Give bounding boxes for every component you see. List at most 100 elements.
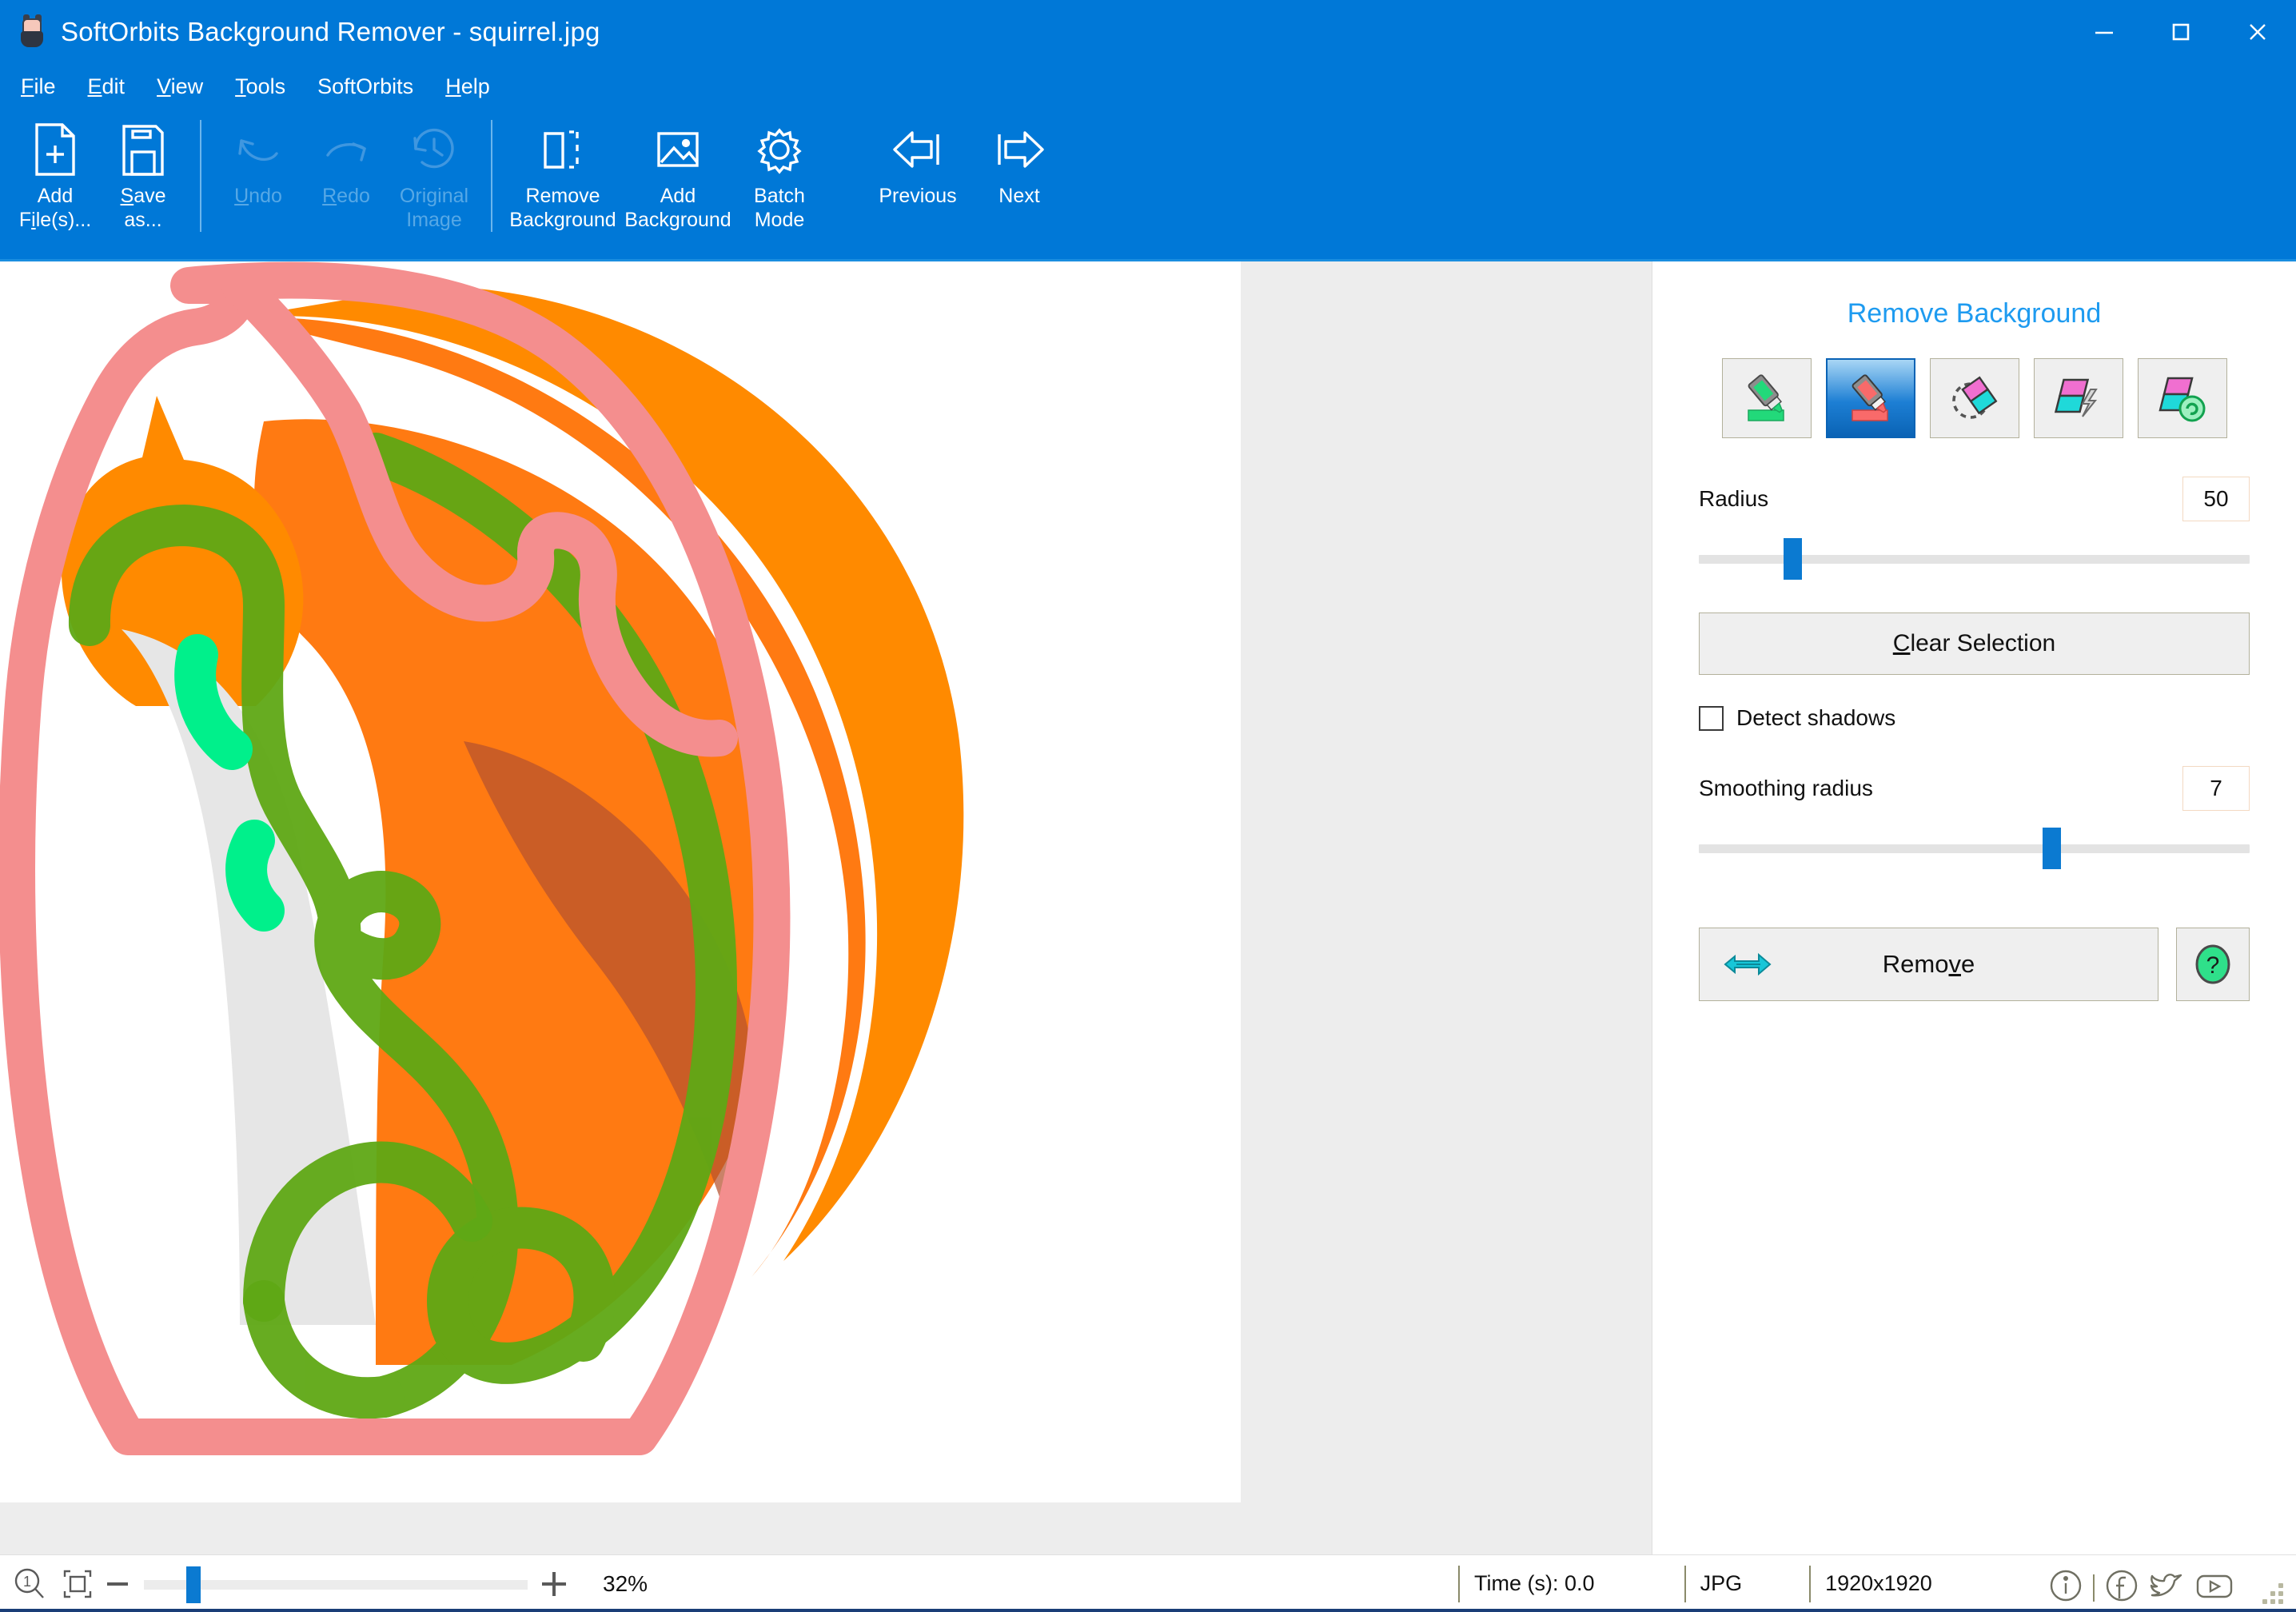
toolbar-next[interactable]: Next <box>975 109 1063 253</box>
remove-button[interactable]: Remove <box>1699 928 2158 1001</box>
remove-button-label: Remove <box>1882 950 1975 978</box>
tool-remove-marker[interactable] <box>1825 358 1915 438</box>
info-icon[interactable] <box>2047 1566 2085 1609</box>
zoom-percent-label: 32% <box>603 1570 648 1596</box>
gear-icon <box>752 120 807 179</box>
menu-item-tools[interactable]: Tools <box>235 74 285 99</box>
facebook-icon[interactable] <box>2103 1566 2141 1609</box>
menu-item-view[interactable]: View <box>157 74 203 99</box>
image-sheet[interactable] <box>0 261 1241 1502</box>
radius-value[interactable]: 50 <box>2182 477 2250 521</box>
menu-item-help[interactable]: Help <box>445 74 490 99</box>
fit-to-window-icon[interactable] <box>59 1566 96 1602</box>
menu-label-view: iew <box>170 74 204 98</box>
smoothing-radius-slider-track <box>1699 844 2250 853</box>
picture-icon <box>651 120 705 179</box>
arrow-left-icon <box>887 120 949 179</box>
zoom-slider-track <box>144 1579 528 1590</box>
smoothing-radius-value[interactable]: 7 <box>2182 766 2250 811</box>
menu-label-edit: dit <box>102 74 126 98</box>
toolbar-label-redo: Redo <box>322 185 370 207</box>
squirrel-icon <box>18 14 48 47</box>
radius-slider[interactable] <box>1699 534 2250 585</box>
svg-text:1: 1 <box>23 1574 31 1590</box>
toolbar-add-files[interactable]: Add File(s)... <box>11 109 99 253</box>
window-title: SoftOrbits Background Remover - squirrel… <box>61 17 600 46</box>
smoothing-radius-slider[interactable] <box>1699 824 2250 875</box>
application-window: SoftOrbits Background Remover - squirrel… <box>0 0 2296 1612</box>
smoothing-radius-slider-thumb[interactable] <box>2042 828 2061 869</box>
remove-background-panel: Remove Background Radius 50 C lear Selec… <box>1652 261 2296 1554</box>
detect-shadows-checkbox[interactable] <box>1699 705 1724 731</box>
undo-icon <box>230 120 286 179</box>
toolbar-separator-2 <box>491 120 492 232</box>
toolbar-undo[interactable]: Undo <box>214 109 302 253</box>
resize-grip[interactable] <box>2261 1582 2283 1604</box>
menu-item-softorbits[interactable]: SoftOrbits <box>317 74 413 99</box>
twitter-icon[interactable] <box>2146 1566 2187 1609</box>
toolbar-previous[interactable]: Previous <box>860 109 975 253</box>
radius-slider-thumb[interactable] <box>1784 538 1803 580</box>
zoom-1to1-icon[interactable]: 1 <box>11 1566 48 1602</box>
image-canvas[interactable] <box>0 261 1652 1554</box>
panel-title: Remove Background <box>1847 298 2102 329</box>
toolbar-label-original-image: Original Image <box>399 185 469 231</box>
toolbar-label-add-files: Add File(s)... <box>18 185 92 231</box>
toolbar-remove-background[interactable]: Remove Background <box>505 109 620 253</box>
detect-shadows-row[interactable]: Detect shadows <box>1699 705 2250 731</box>
tool-restore[interactable] <box>2137 358 2227 438</box>
toolbar-label-undo: Undo <box>234 185 282 207</box>
main-content: Remove Background Radius 50 C lear Selec… <box>0 259 2296 1554</box>
window-controls <box>2066 0 2296 64</box>
history-icon <box>406 120 462 179</box>
status-format: JPG <box>1684 1565 1742 1602</box>
red-marker-icon <box>1851 374 1888 421</box>
toolbar-add-background[interactable]: Add Background <box>620 109 735 253</box>
youtube-icon[interactable] <box>2192 1566 2237 1609</box>
toolbar-label-previous: Previous <box>879 185 957 207</box>
close-button[interactable] <box>2219 0 2296 64</box>
menu-item-file[interactable]: File <box>21 74 56 99</box>
tool-eraser[interactable] <box>1929 358 2019 438</box>
help-question-icon: ? <box>2195 944 2230 984</box>
menu-item-edit[interactable]: Edit <box>88 74 126 99</box>
green-marker-icon <box>1747 374 1784 421</box>
toolbar-redo[interactable]: Redo <box>302 109 390 253</box>
radius-label: Radius <box>1699 486 1769 511</box>
social-links <box>2047 1566 2237 1609</box>
smoothing-radius-label: Smoothing radius <box>1699 776 1873 800</box>
smoothing-radius-row: Smoothing radius 7 <box>1699 766 2250 811</box>
social-divider <box>2093 1574 2095 1602</box>
zoom-slider[interactable] <box>144 1560 528 1608</box>
add-file-icon <box>30 120 80 179</box>
zoom-slider-thumb[interactable] <box>186 1566 201 1603</box>
toolbar-label-remove-background: Remove Background <box>509 185 616 231</box>
radius-row: Radius 50 <box>1699 477 2250 521</box>
toolbar-label-save-as: Save as... <box>120 185 166 231</box>
help-button[interactable]: ? <box>2176 928 2250 1001</box>
arrow-right-icon <box>988 120 1050 179</box>
title-bar: SoftOrbits Background Remover - squirrel… <box>0 0 2296 64</box>
clear-selection-label: lear Selection <box>1910 630 2056 656</box>
squirrel-artwork <box>0 261 1241 1502</box>
remove-background-icon <box>536 120 590 179</box>
zoom-out-button[interactable] <box>96 1570 139 1598</box>
menu-bar: File Edit View Tools SoftOrbits Help <box>0 64 2296 109</box>
maximize-button[interactable] <box>2143 0 2219 64</box>
clear-selection-button[interactable]: Clear Selection <box>1699 612 2250 675</box>
toolbar-label-batch-mode: Batch Mode <box>754 185 805 231</box>
minimize-button[interactable] <box>2066 0 2143 64</box>
status-bar: 1 32% Time (s): 0.0 JPG 1920x1920 <box>0 1554 2296 1612</box>
zoom-in-button[interactable] <box>532 1568 576 1600</box>
auto-lightning-icon <box>2054 378 2098 417</box>
toolbar-original-image[interactable]: Original Image <box>390 109 478 253</box>
tool-keep-marker[interactable] <box>1721 358 1812 438</box>
tool-magic-wand[interactable] <box>2033 358 2123 438</box>
toolbar: Add File(s)... Save as... Undo Redo Orig… <box>0 109 2296 259</box>
toolbar-batch-mode[interactable]: Batch Mode <box>735 109 823 253</box>
eraser-icon <box>1951 376 1997 419</box>
save-icon <box>118 120 168 179</box>
toolbar-label-add-background: Add Background <box>624 185 731 231</box>
toolbar-label-next: Next <box>999 185 1040 207</box>
toolbar-save-as[interactable]: Save as... <box>99 109 187 253</box>
